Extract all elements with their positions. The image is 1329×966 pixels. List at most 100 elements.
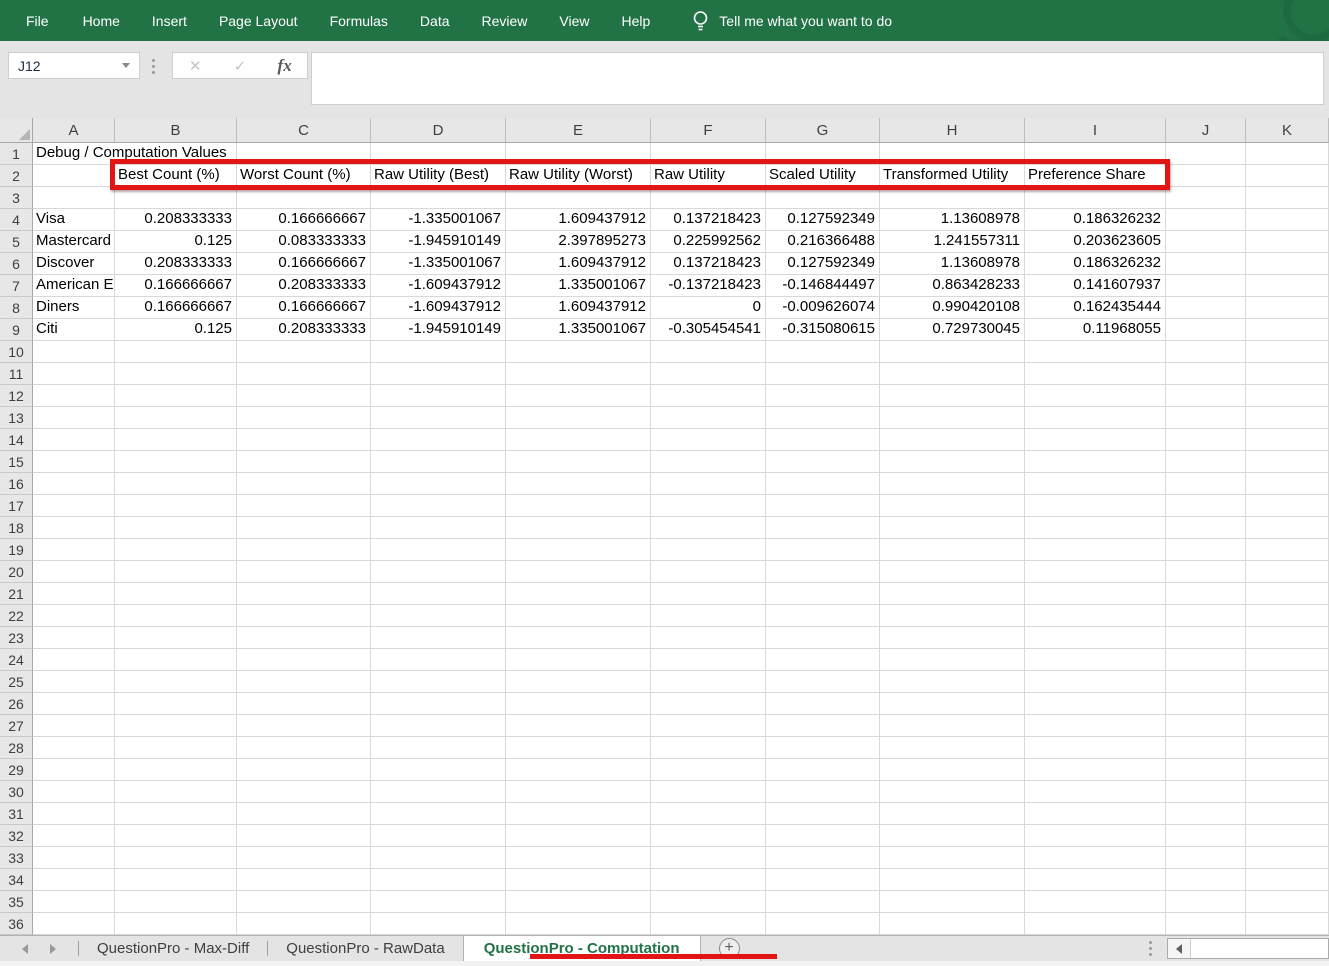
row-header-32[interactable]: 32 [0, 825, 33, 847]
row-header-10[interactable]: 10 [0, 341, 33, 363]
cell-D6[interactable]: -1.335001067 [371, 253, 506, 275]
cell-C34[interactable] [237, 869, 371, 891]
cell-B30[interactable] [115, 781, 237, 803]
cell-I7[interactable]: 0.141607937 [1025, 275, 1166, 297]
cell-G32[interactable] [766, 825, 880, 847]
cell-A19[interactable] [33, 539, 115, 561]
column-header-B[interactable]: B [115, 118, 237, 143]
cell-I13[interactable] [1025, 407, 1166, 429]
cell-A27[interactable] [33, 715, 115, 737]
cell-K14[interactable] [1246, 429, 1329, 451]
cell-H8[interactable]: 0.990420108 [880, 297, 1025, 319]
cell-F17[interactable] [651, 495, 766, 517]
cell-A9[interactable]: Citi [33, 319, 115, 341]
cell-G20[interactable] [766, 561, 880, 583]
cell-K30[interactable] [1246, 781, 1329, 803]
cell-K2[interactable] [1246, 165, 1329, 187]
sheet-nav-left-icon[interactable] [22, 944, 28, 954]
cell-I19[interactable] [1025, 539, 1166, 561]
cell-C36[interactable] [237, 913, 371, 935]
row-header-23[interactable]: 23 [0, 627, 33, 649]
cell-D31[interactable] [371, 803, 506, 825]
ribbon-tab-review[interactable]: Review [466, 0, 544, 41]
cell-C28[interactable] [237, 737, 371, 759]
row-header-19[interactable]: 19 [0, 539, 33, 561]
cell-H22[interactable] [880, 605, 1025, 627]
cell-E5[interactable]: 2.397895273 [506, 231, 651, 253]
cell-K26[interactable] [1246, 693, 1329, 715]
column-header-D[interactable]: D [371, 118, 506, 143]
cell-H24[interactable] [880, 649, 1025, 671]
cell-K31[interactable] [1246, 803, 1329, 825]
cell-G31[interactable] [766, 803, 880, 825]
row-header-16[interactable]: 16 [0, 473, 33, 495]
row-header-33[interactable]: 33 [0, 847, 33, 869]
ribbon-tab-formulas[interactable]: Formulas [314, 0, 404, 41]
cell-F23[interactable] [651, 627, 766, 649]
cancel-icon[interactable]: ✕ [180, 57, 210, 75]
cell-D8[interactable]: -1.609437912 [371, 297, 506, 319]
cell-I28[interactable] [1025, 737, 1166, 759]
cell-D13[interactable] [371, 407, 506, 429]
cell-G10[interactable] [766, 341, 880, 363]
cell-B15[interactable] [115, 451, 237, 473]
cell-B10[interactable] [115, 341, 237, 363]
cell-D27[interactable] [371, 715, 506, 737]
cell-C15[interactable] [237, 451, 371, 473]
cell-H14[interactable] [880, 429, 1025, 451]
cell-F27[interactable] [651, 715, 766, 737]
cell-G25[interactable] [766, 671, 880, 693]
cell-H30[interactable] [880, 781, 1025, 803]
cell-F18[interactable] [651, 517, 766, 539]
cell-H21[interactable] [880, 583, 1025, 605]
row-header-13[interactable]: 13 [0, 407, 33, 429]
cell-I12[interactable] [1025, 385, 1166, 407]
cell-C32[interactable] [237, 825, 371, 847]
row-header-31[interactable]: 31 [0, 803, 33, 825]
cell-A34[interactable] [33, 869, 115, 891]
cell-J32[interactable] [1166, 825, 1246, 847]
cell-F31[interactable] [651, 803, 766, 825]
row-header-24[interactable]: 24 [0, 649, 33, 671]
cell-D7[interactable]: -1.609437912 [371, 275, 506, 297]
cell-H9[interactable]: 0.729730045 [880, 319, 1025, 341]
cell-F29[interactable] [651, 759, 766, 781]
cell-G16[interactable] [766, 473, 880, 495]
cell-K27[interactable] [1246, 715, 1329, 737]
cell-H32[interactable] [880, 825, 1025, 847]
cell-K4[interactable] [1246, 209, 1329, 231]
cell-A21[interactable] [33, 583, 115, 605]
cell-A36[interactable] [33, 913, 115, 935]
cell-G36[interactable] [766, 913, 880, 935]
formula-input[interactable] [311, 52, 1324, 105]
cell-J12[interactable] [1166, 385, 1246, 407]
row-header-29[interactable]: 29 [0, 759, 33, 781]
cell-K18[interactable] [1246, 517, 1329, 539]
cell-J28[interactable] [1166, 737, 1246, 759]
cell-K16[interactable] [1246, 473, 1329, 495]
row-header-14[interactable]: 14 [0, 429, 33, 451]
ribbon-tab-data[interactable]: Data [404, 0, 466, 41]
cell-B25[interactable] [115, 671, 237, 693]
cell-F10[interactable] [651, 341, 766, 363]
cell-G8[interactable]: -0.009626074 [766, 297, 880, 319]
cell-D25[interactable] [371, 671, 506, 693]
cell-A20[interactable] [33, 561, 115, 583]
cell-A31[interactable] [33, 803, 115, 825]
cell-J35[interactable] [1166, 891, 1246, 913]
cell-H19[interactable] [880, 539, 1025, 561]
scroll-left-button[interactable] [1168, 939, 1191, 958]
cell-A2[interactable] [33, 165, 115, 187]
cell-H33[interactable] [880, 847, 1025, 869]
column-header-E[interactable]: E [506, 118, 651, 143]
scrollbar-thumb[interactable] [1191, 939, 1328, 958]
cell-E10[interactable] [506, 341, 651, 363]
cell-B4[interactable]: 0.208333333 [115, 209, 237, 231]
cell-B28[interactable] [115, 737, 237, 759]
cell-C27[interactable] [237, 715, 371, 737]
cell-C20[interactable] [237, 561, 371, 583]
cell-E24[interactable] [506, 649, 651, 671]
cell-K5[interactable] [1246, 231, 1329, 253]
cell-J26[interactable] [1166, 693, 1246, 715]
cell-B18[interactable] [115, 517, 237, 539]
